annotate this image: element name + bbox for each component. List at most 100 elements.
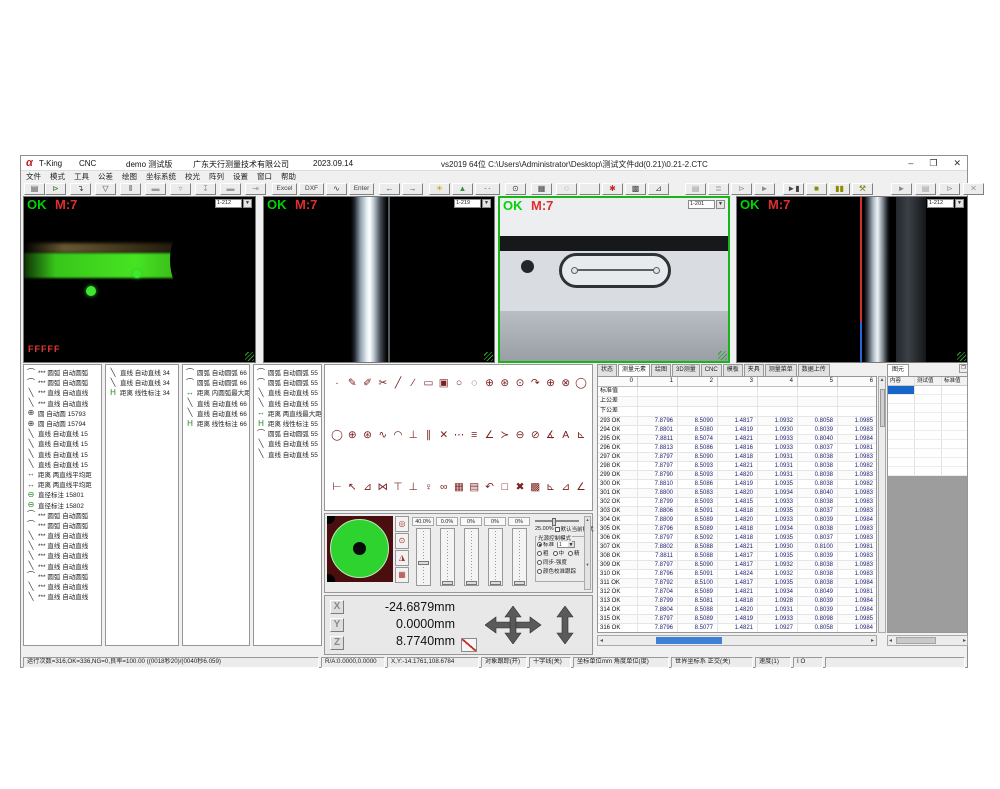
- tool-open-2-icon[interactable]: ⊳: [939, 183, 960, 195]
- palette-tool-icon[interactable]: ▤: [468, 481, 480, 493]
- light-slider-thumb[interactable]: [514, 581, 525, 585]
- palette-tool-icon[interactable]: ⊕: [484, 377, 496, 389]
- tool-lamp-icon[interactable]: ☀: [429, 183, 450, 195]
- tab-CNC[interactable]: CNC: [701, 364, 722, 376]
- palette-tool-icon[interactable]: ⊙: [514, 377, 526, 389]
- palette-tool-icon[interactable]: ♀: [423, 481, 435, 493]
- palette-tool-icon[interactable]: ▭: [423, 377, 435, 389]
- light-slider-thumb[interactable]: [466, 581, 477, 585]
- light-segment-button[interactable]: ◮: [395, 550, 409, 566]
- feature-item[interactable]: ╲直线 自动直线 55: [254, 449, 321, 459]
- results-data-row[interactable]: 311 OK7.87928.51001.48171.09350.80381.09…: [598, 579, 876, 588]
- elements-selected-cell[interactable]: [888, 386, 915, 394]
- feature-item[interactable]: ↔距离 内圆弧最大距: [183, 387, 249, 397]
- master-slider-thumb[interactable]: [552, 518, 556, 526]
- elements-hscrollbar[interactable]: ◂ ▸: [887, 635, 968, 646]
- tool-enter-button[interactable]: Enter: [349, 183, 374, 195]
- camera4-resize-grip[interactable]: [957, 352, 966, 361]
- results-data-row[interactable]: 310 OK7.87968.50911.48241.09320.80381.09…: [598, 570, 876, 579]
- z-axis-button[interactable]: Z: [330, 636, 344, 650]
- menu-item-窗口[interactable]: 窗口: [257, 171, 272, 182]
- feature-item[interactable]: ⌒*** 圆弧 自动圆弧: [24, 571, 101, 581]
- x-axis-button[interactable]: X: [330, 600, 344, 614]
- y-axis-button[interactable]: Y: [330, 618, 344, 632]
- light-slider-track[interactable]: [512, 528, 527, 586]
- minimize-button[interactable]: –: [908, 158, 913, 169]
- palette-tool-icon[interactable]: ↖: [346, 481, 358, 493]
- palette-tool-icon[interactable]: ⊤: [392, 481, 404, 493]
- palette-tool-icon[interactable]: ⊕: [545, 377, 557, 389]
- feature-item[interactable]: ╲直线 自动直线 66: [183, 408, 249, 418]
- palette-tool-icon[interactable]: ⊘: [529, 429, 541, 441]
- light-slider-track[interactable]: [464, 528, 479, 586]
- results-data-row[interactable]: 305 OK7.87968.50891.48181.09340.80381.09…: [598, 525, 876, 534]
- light-back-button[interactable]: ▦: [395, 567, 409, 583]
- feature-item[interactable]: ╲*** 直线 自动直线: [24, 398, 101, 408]
- results-data-row[interactable]: 303 OK7.88068.50911.48181.09350.80371.09…: [598, 507, 876, 516]
- tool-lasso-icon[interactable]: ◌: [556, 183, 577, 195]
- tool-open-icon[interactable]: ⊳: [45, 183, 66, 195]
- palette-tool-icon[interactable]: ◯: [575, 377, 587, 389]
- palette-tool-icon[interactable]: ✖: [514, 481, 526, 493]
- feature-item[interactable]: H距离 线性标注 34: [106, 387, 178, 397]
- results-data-row[interactable]: 295 OK7.88118.50741.48211.09330.80401.09…: [598, 435, 876, 444]
- default-mode-checkbox[interactable]: [555, 527, 560, 532]
- elements-hscroll-left[interactable]: ◂: [889, 637, 892, 645]
- feature-item[interactable]: ⌒*** 圆弧 自动圆弧: [24, 510, 101, 520]
- camera2-resize-grip[interactable]: [484, 352, 493, 361]
- results-grid[interactable]: 0123456标准值上公差下公差293 OK7.87968.50901.4817…: [597, 376, 877, 633]
- feature-item[interactable]: ⊕圆 自动圆 15794: [24, 418, 101, 428]
- feature-item[interactable]: ╲直线 自动直线 55: [254, 398, 321, 408]
- tool-run-tool-icon[interactable]: ⚒: [852, 183, 873, 195]
- tool-dither-icon[interactable]: ▩: [625, 183, 646, 195]
- elements-grid[interactable]: 内容测试值标准值: [887, 376, 968, 633]
- tool-save-icon[interactable]: ▤: [24, 183, 45, 195]
- palette-tool-icon[interactable]: ⊕: [346, 429, 358, 441]
- elements-row[interactable]: [888, 467, 967, 476]
- tool-save-2-icon[interactable]: ▤: [685, 183, 706, 195]
- feature-item[interactable]: ╲直线 自动直线 55: [254, 387, 321, 397]
- feature-item[interactable]: ⌒圆弧 自动圆弧 66: [183, 377, 249, 387]
- palette-tool-icon[interactable]: ○: [453, 377, 465, 389]
- palette-tool-icon[interactable]: ╱: [392, 377, 404, 389]
- results-data-row[interactable]: 313 OK7.87998.50811.48181.09280.80391.09…: [598, 597, 876, 606]
- feature-item[interactable]: ╲直线 自动直线 34: [106, 367, 178, 377]
- tool-step-tool-icon[interactable]: ⇥: [245, 183, 266, 195]
- radio-color-cal[interactable]: [537, 569, 542, 574]
- tool-zoom-icon[interactable]: ⊙: [505, 183, 526, 195]
- light-coax-button[interactable]: ⊙: [395, 533, 409, 549]
- camera3-lens-dropdown-icon[interactable]: ▼: [716, 200, 725, 209]
- maximize-button[interactable]: ❐: [929, 158, 937, 169]
- camera4-lens-select[interactable]: 1-212: [927, 199, 954, 208]
- tool-height-tool-icon[interactable]: ↧: [195, 183, 216, 195]
- palette-tool-icon[interactable]: ✐: [362, 377, 374, 389]
- feature-item[interactable]: ╲*** 直线 自动直线: [24, 530, 101, 540]
- tool-checker-icon[interactable]: ▦: [531, 183, 552, 195]
- light-ring-button[interactable]: ◎: [395, 516, 409, 532]
- master-intensity-slider[interactable]: [535, 520, 579, 522]
- palette-tool-icon[interactable]: ✂: [377, 377, 389, 389]
- palette-tool-icon[interactable]: ⊥: [407, 481, 419, 493]
- palette-tool-icon[interactable]: ⋈: [377, 481, 389, 493]
- results-data-row[interactable]: 306 OK7.87978.50921.48181.09350.80371.09…: [598, 534, 876, 543]
- results-vscroll-thumb[interactable]: [880, 389, 885, 427]
- feature-item[interactable]: ╲*** 直线 自动直线: [24, 581, 101, 591]
- results-data-row[interactable]: 293 OK7.87968.50901.48171.09320.80581.09…: [598, 417, 876, 426]
- palette-tool-icon[interactable]: ⊥: [407, 429, 419, 441]
- feature-item[interactable]: ⊕圆 自动圆 15793: [24, 408, 101, 418]
- feature-item[interactable]: ↔距离 两直线平均距: [24, 479, 101, 489]
- tool-blank-icon[interactable]: [579, 183, 600, 195]
- feature-item[interactable]: ⊖直径标注 15801: [24, 489, 101, 499]
- palette-tool-icon[interactable]: ∠: [484, 429, 496, 441]
- ring-light-preview[interactable]: [327, 516, 393, 582]
- tool-excel-button[interactable]: Excel: [272, 183, 297, 195]
- elements-row[interactable]: [888, 458, 967, 467]
- feature-item[interactable]: ↔距离 两直线最大距: [254, 408, 321, 418]
- results-data-row[interactable]: 307 OK7.88028.50881.48211.09300.81001.09…: [598, 543, 876, 552]
- camera-view-2[interactable]: OK M:7 1-219 ▼: [263, 196, 495, 363]
- tab-测量菜单[interactable]: 测量菜单: [765, 364, 797, 376]
- results-data-row[interactable]: 301 OK7.88008.50831.48201.09340.80401.09…: [598, 489, 876, 498]
- palette-tool-icon[interactable]: ↶: [484, 481, 496, 493]
- elements-detach-button[interactable]: ❐: [959, 364, 968, 373]
- tab-绘图[interactable]: 绘图: [651, 364, 671, 376]
